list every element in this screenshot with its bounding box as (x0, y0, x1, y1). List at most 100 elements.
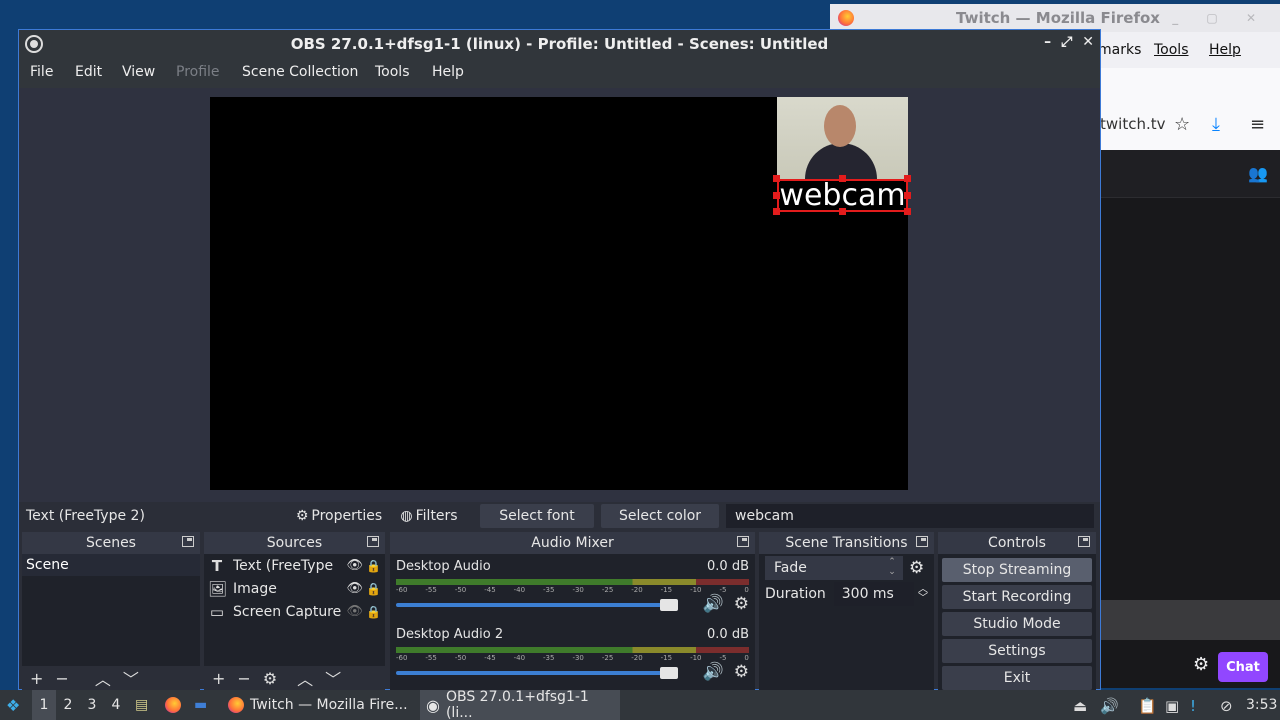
source-item[interactable]: T Text (FreeType 2) 👁 🔒 (204, 554, 385, 577)
task-obs[interactable]: ◉ OBS 27.0.1+dfsg1-1 (li... (420, 689, 620, 720)
gear-icon[interactable]: ⚙ (263, 669, 277, 688)
clipboard-icon[interactable]: 📋 (1138, 697, 1157, 715)
add-icon[interactable]: + (30, 669, 43, 688)
bookmark-star-icon[interactable]: ☆ (1174, 114, 1190, 135)
gear-icon[interactable]: ⚙ (734, 594, 749, 614)
menu-file[interactable]: File (30, 64, 53, 80)
mixer-channel: Desktop Audio 0.0 dB -60 -55 -50 -45 -40 -35 -… (396, 559, 749, 619)
chat-settings-gear-icon[interactable]: ⚙ (1193, 654, 1209, 675)
properties-button[interactable]: ⚙ Properties (293, 504, 385, 528)
start-recording-button[interactable]: Start Recording (942, 585, 1092, 609)
remove-icon[interactable]: − (55, 669, 68, 688)
users-icon[interactable]: 👥 (1248, 164, 1268, 183)
gear-icon[interactable]: ⚙ (734, 662, 749, 682)
menu-scene-collection[interactable]: Scene Collection (242, 64, 358, 80)
select-color-button[interactable]: Select color (601, 504, 719, 528)
firefox-window-controls[interactable]: _ ▢ ✕ (1172, 11, 1268, 25)
exit-button[interactable]: Exit (942, 666, 1092, 690)
firefox-titlebar[interactable]: Twitch — Mozilla Firefox _ ▢ ✕ (830, 4, 1280, 32)
transition-select[interactable]: Fade (765, 556, 903, 580)
speaker-icon[interactable]: 🔊 (703, 594, 724, 614)
workspace-4[interactable]: 4 (104, 690, 128, 720)
resize-handle[interactable] (773, 192, 780, 199)
transitions-title-text: Scene Transitions (785, 535, 908, 551)
source-item[interactable]: 🖼 Image 👁 🔒 (204, 577, 385, 600)
settings-button[interactable]: Settings (942, 639, 1092, 663)
chat-button[interactable]: Chat (1218, 652, 1268, 682)
menu-view[interactable]: View (122, 64, 155, 80)
volume-icon[interactable]: 🔊 (1100, 697, 1119, 715)
resize-handle[interactable] (839, 175, 846, 182)
workspace-3[interactable]: 3 (80, 690, 104, 720)
obs-titlebar[interactable]: OBS 27.0.1+dfsg1-1 (linux) - Profile: Un… (19, 30, 1100, 58)
move-up-icon[interactable]: ︿ (95, 666, 111, 690)
desktop-icon[interactable]: ▬ (194, 690, 207, 720)
file-manager-icon[interactable]: ▤ (135, 690, 148, 720)
eye-icon[interactable]: 👁 (346, 581, 363, 596)
volume-slider-knob[interactable] (660, 667, 678, 679)
move-down-icon[interactable]: ﹀ (325, 666, 341, 690)
start-menu-icon[interactable]: ❖ (6, 690, 20, 720)
undock-icon[interactable] (1078, 536, 1090, 547)
source-item[interactable]: ▭ Screen Capture 👁 🔒 (204, 600, 385, 623)
resize-handle[interactable] (773, 208, 780, 215)
gear-icon[interactable]: ⚙ (909, 558, 924, 578)
notification-icon[interactable]: ! (1190, 697, 1196, 715)
menu-edit[interactable]: Edit (75, 64, 102, 80)
lock-icon[interactable]: 🔒 (366, 582, 381, 596)
speaker-icon[interactable]: 🔊 (703, 662, 724, 682)
display-icon[interactable]: ▣ (1165, 697, 1179, 715)
hamburger-menu-icon[interactable]: ≡ (1250, 114, 1265, 135)
minimize-icon[interactable]: – (1044, 34, 1051, 50)
firefox-menu-help[interactable]: Help (1209, 42, 1241, 58)
maximize-icon[interactable]: ⤢ (1061, 34, 1072, 50)
meter-tick-label: -50 (454, 654, 467, 662)
undock-icon[interactable] (367, 536, 379, 547)
download-icon[interactable]: ⤓ (1212, 114, 1220, 135)
resize-handle[interactable] (839, 208, 846, 215)
move-down-icon[interactable]: ﹀ (123, 666, 139, 690)
add-icon[interactable]: + (212, 669, 225, 688)
studio-mode-button[interactable]: Studio Mode (942, 612, 1092, 636)
lock-icon[interactable]: 🔒 (366, 605, 381, 619)
undock-icon[interactable] (182, 536, 194, 547)
text-input[interactable] (726, 504, 1094, 528)
volume-slider-knob[interactable] (660, 599, 678, 611)
spin-arrows-icon[interactable]: ︿ ﹀ (918, 585, 928, 604)
network-icon[interactable]: ⊘ (1220, 697, 1233, 715)
task-firefox[interactable]: Twitch — Mozilla Fire... (222, 690, 414, 720)
firefox-url[interactable]: twitch.tv (1100, 115, 1165, 133)
preview-canvas[interactable]: webcam (210, 97, 911, 490)
lock-icon[interactable]: 🔒 (366, 559, 381, 573)
select-font-button[interactable]: Select font (480, 504, 594, 528)
menu-tools[interactable]: Tools (375, 64, 410, 80)
scene-item[interactable]: Scene (22, 554, 200, 576)
resize-handle[interactable] (904, 208, 911, 215)
resize-handle[interactable] (773, 175, 780, 182)
remove-icon[interactable]: − (237, 669, 250, 688)
eye-hidden-icon[interactable]: 👁 (346, 604, 363, 619)
menu-profile[interactable]: Profile (176, 64, 220, 80)
filters-button[interactable]: ◍ Filters (397, 504, 461, 528)
workspace-1[interactable]: 1 (32, 690, 56, 720)
tray-up-icon[interactable]: ⏏ (1073, 697, 1087, 715)
move-up-icon[interactable]: ︿ (297, 666, 313, 690)
resize-handle[interactable] (904, 192, 911, 199)
volume-slider[interactable] (396, 603, 678, 607)
firefox-menu-tools[interactable]: Tools (1154, 42, 1189, 58)
stop-streaming-button[interactable]: Stop Streaming (942, 558, 1092, 582)
close-icon[interactable]: ✕ (1082, 34, 1094, 50)
undock-icon[interactable] (916, 536, 928, 547)
eye-icon[interactable]: 👁 (346, 558, 363, 573)
sources-list: T Text (FreeType 2) 👁 🔒 🖼 Image 👁 🔒 ▭ Sc… (204, 554, 385, 690)
volume-slider[interactable] (396, 671, 678, 675)
workspace-2[interactable]: 2 (56, 690, 80, 720)
resize-handle[interactable] (904, 175, 911, 182)
firefox-menu-bookmarks[interactable]: marks (1098, 42, 1141, 58)
chat-input-box[interactable] (1100, 600, 1280, 640)
duration-spinbox[interactable]: 300 ms (833, 582, 914, 606)
firefox-launcher-icon[interactable] (165, 690, 181, 720)
undock-icon[interactable] (737, 536, 749, 547)
menu-help[interactable]: Help (432, 64, 464, 80)
webcam-image-source[interactable] (777, 97, 908, 179)
